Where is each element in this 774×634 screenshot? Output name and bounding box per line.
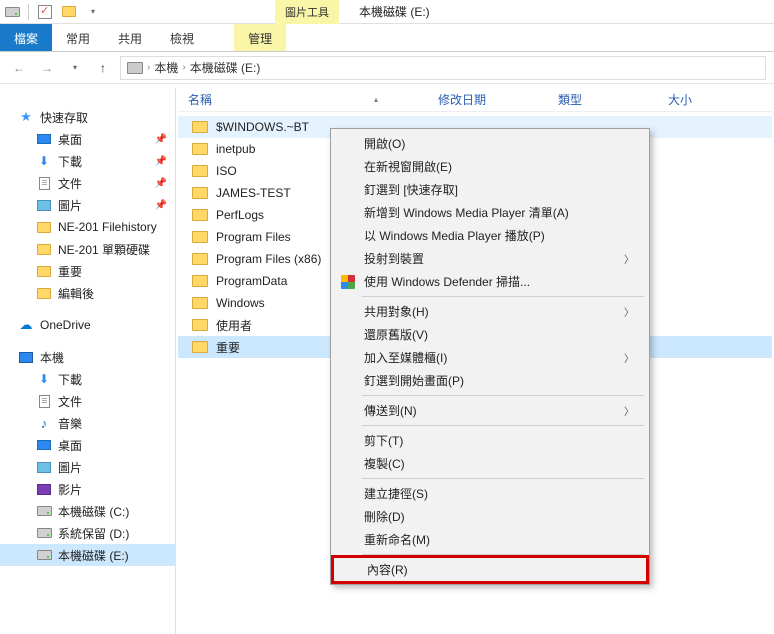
cm-delete[interactable]: 刪除(D) [334, 505, 646, 528]
tab-share[interactable]: 共用 [104, 24, 156, 51]
tab-file[interactable]: 檔案 [0, 24, 52, 51]
folder-icon [192, 297, 208, 309]
cm-cut[interactable]: 剪下(T) [334, 429, 646, 452]
tree-documents[interactable]: 文件📌 [0, 172, 175, 194]
context-menu: 開啟(O) 在新視窗開啟(E) 釘選到 [快速存取] 新增到 Windows M… [330, 128, 650, 585]
ribbon-contextual-tab[interactable]: 圖片工具 [275, 0, 339, 24]
breadcrumb[interactable]: › 本機 › 本機磁碟 (E:) [120, 56, 766, 80]
breadcrumb-pc[interactable]: 本機 [154, 59, 178, 76]
chevron-right-icon[interactable]: › [147, 62, 150, 73]
folder-icon [192, 165, 208, 177]
folder-icon [192, 253, 208, 265]
cm-cast[interactable]: 投射到裝置〉 [334, 247, 646, 270]
tree-pc-music[interactable]: ♪音樂 [0, 412, 175, 434]
cm-open-new-window[interactable]: 在新視窗開啟(E) [334, 155, 646, 178]
breadcrumb-drive[interactable]: 本機磁碟 (E:) [190, 59, 261, 76]
cm-rename[interactable]: 重新命名(M) [334, 528, 646, 551]
tab-manage[interactable]: 管理 [234, 24, 286, 51]
cm-separator [362, 395, 644, 396]
tree-downloads[interactable]: ⬇下載📌 [0, 150, 175, 172]
qat-folder-icon[interactable] [60, 3, 78, 21]
tree-quick-access[interactable]: ★快速存取 [0, 106, 175, 128]
nav-forward[interactable]: → [36, 57, 58, 79]
cm-separator [362, 478, 644, 479]
pin-icon: 📌 [155, 134, 167, 145]
tree-pc-documents[interactable]: 文件 [0, 390, 175, 412]
column-headers: 名稱▴ 修改日期 類型 大小 [178, 88, 772, 112]
cm-include-lib[interactable]: 加入至媒體櫃(I)〉 [334, 346, 646, 369]
tab-view[interactable]: 檢視 [156, 24, 208, 51]
submenu-arrow-icon: 〉 [624, 251, 634, 266]
tree-onedrive[interactable]: ☁OneDrive [0, 314, 175, 336]
cm-send-to[interactable]: 傳送到(N)〉 [334, 399, 646, 422]
tree-pc-downloads[interactable]: ⬇下載 [0, 368, 175, 390]
tree-pc-pictures[interactable]: 圖片 [0, 456, 175, 478]
cm-play-wmp[interactable]: 以 Windows Media Player 播放(P) [334, 224, 646, 247]
folder-icon [192, 209, 208, 221]
chevron-right-icon[interactable]: › [182, 62, 185, 73]
col-date[interactable]: 修改日期 [428, 91, 548, 108]
tree-pc-desktop[interactable]: 桌面 [0, 434, 175, 456]
folder-icon [192, 143, 208, 155]
cm-add-wmp-list[interactable]: 新增到 Windows Media Player 清單(A) [334, 201, 646, 224]
sort-asc-icon: ▴ [374, 95, 378, 104]
app-icon [3, 3, 21, 21]
col-name[interactable]: 名稱▴ [178, 91, 428, 108]
cm-open[interactable]: 開啟(O) [334, 132, 646, 155]
tree-pictures[interactable]: 圖片📌 [0, 194, 175, 216]
titlebar: ▾ 圖片工具 本機磁碟 (E:) [0, 0, 774, 24]
folder-icon [192, 231, 208, 243]
ribbon-tabs: 檔案 常用 共用 檢視 管理 [0, 24, 774, 52]
folder-icon [192, 341, 208, 353]
tab-home[interactable]: 常用 [52, 24, 104, 51]
window-title: 本機磁碟 (E:) [359, 3, 430, 20]
drive-icon [127, 62, 143, 74]
tree-drive-c[interactable]: 本機磁碟 (C:) [0, 500, 175, 522]
col-type[interactable]: 類型 [548, 91, 658, 108]
folder-icon [192, 121, 208, 133]
submenu-arrow-icon: 〉 [624, 350, 634, 365]
defender-icon [340, 274, 356, 290]
navigation-tree: ★快速存取 桌面📌 ⬇下載📌 文件📌 圖片📌 NE-201 Filehistor… [0, 88, 176, 634]
tree-ne201-single[interactable]: NE-201 單顆硬碟 [0, 238, 175, 260]
cm-separator [362, 425, 644, 426]
cm-properties[interactable]: 內容(R) [331, 555, 649, 584]
pin-icon: 📌 [155, 200, 167, 211]
cm-separator [362, 296, 644, 297]
folder-icon [192, 275, 208, 287]
folder-icon [192, 187, 208, 199]
tree-drive-d[interactable]: 系統保留 (D:) [0, 522, 175, 544]
cm-defender[interactable]: 使用 Windows Defender 掃描... [334, 270, 646, 293]
cm-share-with[interactable]: 共用對象(H)〉 [334, 300, 646, 323]
pin-icon: 📌 [155, 178, 167, 189]
tree-this-pc[interactable]: 本機 [0, 346, 175, 368]
tree-desktop[interactable]: 桌面📌 [0, 128, 175, 150]
nav-recent-dropdown[interactable]: ▾ [64, 57, 86, 79]
col-size[interactable]: 大小 [658, 91, 702, 108]
pin-icon: 📌 [155, 156, 167, 167]
nav-back[interactable]: ← [8, 57, 30, 79]
cm-pin-start[interactable]: 釘選到開始畫面(P) [334, 369, 646, 392]
submenu-arrow-icon: 〉 [624, 304, 634, 319]
cm-shortcut[interactable]: 建立捷徑(S) [334, 482, 646, 505]
qat-dropdown[interactable]: ▾ [84, 3, 102, 21]
submenu-arrow-icon: 〉 [624, 403, 634, 418]
nav-up[interactable]: ↑ [92, 57, 114, 79]
navbar: ← → ▾ ↑ › 本機 › 本機磁碟 (E:) [0, 52, 774, 84]
tree-ne201-filehist[interactable]: NE-201 Filehistory [0, 216, 175, 238]
tree-drive-e[interactable]: 本機磁碟 (E:) [0, 544, 175, 566]
tree-edited[interactable]: 編輯後 [0, 282, 175, 304]
tree-pc-videos[interactable]: 影片 [0, 478, 175, 500]
cm-restore-prev[interactable]: 還原舊版(V) [334, 323, 646, 346]
cm-copy[interactable]: 複製(C) [334, 452, 646, 475]
tree-important[interactable]: 重要 [0, 260, 175, 282]
cm-pin-quick[interactable]: 釘選到 [快速存取] [334, 178, 646, 201]
qat-checkbox[interactable] [36, 3, 54, 21]
folder-icon [192, 319, 208, 331]
